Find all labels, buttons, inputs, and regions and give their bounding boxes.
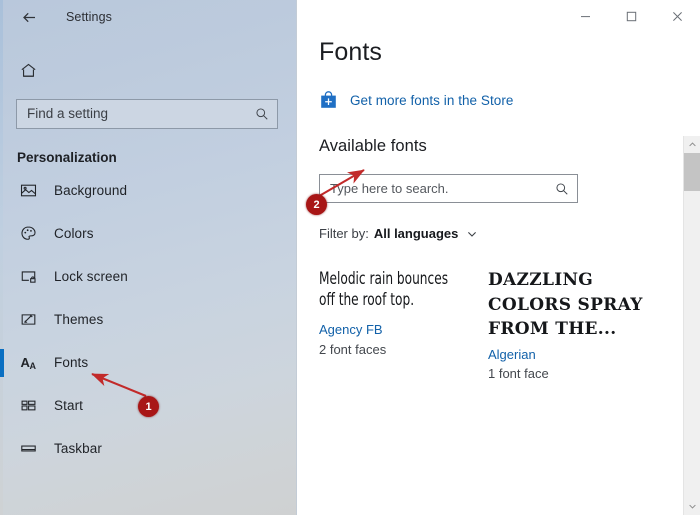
settings-window: Settings Find a setting Personalization …: [0, 0, 700, 515]
font-card[interactable]: DAZZLING COLORS SPRAY FROM THE... Algeri…: [488, 268, 688, 384]
sidebar-item-label: Colors: [54, 226, 94, 241]
sidebar-item-label: Themes: [54, 312, 104, 327]
store-bag-icon: [319, 91, 338, 110]
sidebar-section-title: Personalization: [17, 150, 117, 165]
scrollbar-thumb[interactable]: [684, 153, 700, 191]
sidebar-item-start[interactable]: Start: [0, 384, 296, 427]
filter-value[interactable]: All languages: [374, 226, 459, 241]
lock-screen-icon: [17, 266, 39, 288]
chevron-up-icon[interactable]: [684, 136, 700, 153]
image-icon: [17, 180, 39, 202]
back-arrow-icon[interactable]: [14, 2, 44, 32]
sidebar-item-themes[interactable]: Themes: [0, 298, 296, 341]
themes-pen-icon: [17, 309, 39, 331]
window-title: Settings: [66, 10, 112, 24]
search-icon[interactable]: [255, 107, 269, 121]
get-more-fonts-link[interactable]: Get more fonts in the Store: [319, 91, 513, 110]
sidebar-item-label: Lock screen: [54, 269, 128, 284]
window-controls: [562, 0, 700, 32]
palette-icon: [17, 223, 39, 245]
sidebar-item-label: Fonts: [54, 355, 89, 370]
font-preview-text: DAZZLING COLORS SPRAY FROM THE...: [488, 270, 643, 340]
sidebar-item-label: Taskbar: [54, 441, 102, 456]
font-card-grid: Melodic rain bounces off the roof top. A…: [319, 268, 700, 384]
available-fonts-heading: Available fonts: [319, 137, 427, 155]
sidebar-titlebar: Settings: [0, 0, 296, 34]
page-title: Fonts: [319, 38, 383, 66]
store-link-label: Get more fonts in the Store: [350, 93, 514, 108]
search-placeholder: Find a setting: [27, 106, 109, 122]
sidebar-item-label: Background: [54, 183, 128, 198]
close-button[interactable]: [654, 0, 700, 32]
sidebar: Settings Find a setting Personalization …: [0, 0, 297, 515]
font-card[interactable]: Melodic rain bounces off the roof top. A…: [319, 268, 484, 384]
home-row: [0, 47, 296, 93]
font-card-meta: Algerian 1 font face: [488, 345, 688, 384]
taskbar-icon: [17, 438, 39, 460]
filter-label: Filter by:: [319, 226, 369, 241]
sidebar-item-label: Start: [54, 398, 84, 413]
search-input[interactable]: Find a setting: [16, 99, 278, 129]
maximize-button[interactable]: [608, 0, 654, 32]
font-card-meta: Agency FB 2 font faces: [319, 320, 484, 359]
font-face-count: 2 font faces: [319, 341, 387, 357]
start-grid-icon: [17, 395, 39, 417]
sidebar-nav-list: Background Colors Lock screen Themes AA …: [0, 169, 296, 470]
chevron-down-icon[interactable]: [684, 498, 700, 515]
font-name[interactable]: Algerian: [488, 345, 688, 365]
font-preview-text: Melodic rain bounces off the roof top.: [319, 269, 449, 310]
filter-row: Filter by: All languages: [319, 226, 700, 241]
home-icon[interactable]: [14, 56, 42, 84]
chevron-down-icon[interactable]: [466, 228, 478, 240]
search-icon[interactable]: [555, 182, 569, 196]
font-face-count: 1 font face: [488, 366, 549, 382]
sidebar-item-colors[interactable]: Colors: [0, 212, 296, 255]
sidebar-item-background[interactable]: Background: [0, 169, 296, 212]
sidebar-search-wrap: Find a setting: [0, 93, 296, 129]
sidebar-item-taskbar[interactable]: Taskbar: [0, 427, 296, 470]
minimize-button[interactable]: [562, 0, 608, 32]
font-search-placeholder: Type here to search.: [330, 181, 449, 196]
font-aa-icon: AA: [20, 355, 36, 371]
fonts-page-content: Fonts Get more fonts in the Store Availa…: [297, 0, 700, 384]
main-pane: Fonts Get more fonts in the Store Availa…: [297, 0, 700, 515]
font-name[interactable]: Agency FB: [319, 320, 484, 340]
font-search-input[interactable]: Type here to search.: [319, 174, 578, 203]
sidebar-item-fonts[interactable]: AA Fonts: [0, 341, 296, 384]
vertical-scrollbar[interactable]: [683, 136, 700, 515]
sidebar-item-lock-screen[interactable]: Lock screen: [0, 255, 296, 298]
